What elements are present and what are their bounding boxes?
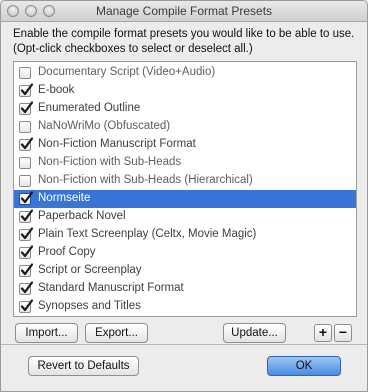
preset-label: Documentary Script (Video+Audio) [38,66,216,78]
preset-row[interactable]: Non-Fiction with Sub-Heads [14,154,356,172]
preset-row[interactable]: Paperback Novel [14,208,356,226]
checkmark-icon [20,299,33,312]
preset-row[interactable]: Non-Fiction Manuscript Format [14,136,356,154]
preset-row[interactable]: Normseite [14,190,356,208]
checkmark-icon [20,263,33,276]
export-button[interactable]: Export... [85,323,148,343]
preset-checkbox[interactable] [19,209,33,223]
dialog-window: Manage Compile Format Presets Enable the… [0,0,368,392]
preset-checkbox[interactable] [19,299,33,313]
preset-label: Non-Fiction with Sub-Heads (Hierarchical… [38,174,253,186]
preset-label: Synopses and Titles [38,300,141,312]
preset-label: Script or Screenplay [38,264,142,276]
preset-checkbox[interactable] [19,245,33,259]
preset-label: Non-Fiction Manuscript Format [38,138,196,150]
add-preset-button[interactable]: + [314,324,332,342]
preset-row[interactable]: Proof Copy [14,244,356,262]
preset-label: Non-Fiction with Sub-Heads [38,156,182,168]
preset-checkbox[interactable] [19,175,31,187]
preset-label: Paperback Novel [38,210,126,222]
window-title: Manage Compile Format Presets [95,4,273,18]
preset-checkbox[interactable] [19,67,31,79]
update-button[interactable]: Update... [223,323,286,343]
preset-row[interactable]: Standard Manuscript Format [14,280,356,298]
title-bar: Manage Compile Format Presets [1,1,367,22]
ok-button[interactable]: OK [267,356,341,376]
preset-label: Plain Text Screenplay (Celtx, Movie Magi… [38,228,257,240]
preset-row[interactable]: NaNoWriMo (Obfuscated) [14,118,356,136]
preset-checkbox[interactable] [19,101,33,115]
preset-row[interactable]: Enumerated Outline [14,100,356,118]
preset-label: Normseite [38,192,91,204]
preset-checkbox[interactable] [19,263,33,277]
remove-preset-button[interactable]: − [334,324,352,342]
revert-to-defaults-button[interactable]: Revert to Defaults [28,356,139,376]
preset-row[interactable]: Non-Fiction with Sub-Heads (Hierarchical… [14,172,356,190]
preset-row[interactable]: Documentary Script (Video+Audio) [14,64,356,82]
preset-checkbox[interactable] [19,227,33,241]
preset-row[interactable]: E-book [14,82,356,100]
checkmark-icon [20,281,33,294]
checkmark-icon [20,209,33,222]
instructions-text: Enable the compile format presets you wo… [13,28,355,55]
checkmark-icon [20,191,33,204]
preset-checkbox[interactable] [19,137,33,151]
checkmark-icon [20,227,33,240]
footer-separator [1,344,367,345]
preset-row[interactable]: Synopses and Titles [14,298,356,316]
preset-checkbox[interactable] [19,121,31,133]
checkmark-icon [20,137,33,150]
import-button[interactable]: Import... [15,323,78,343]
checkmark-icon [20,83,33,96]
preset-label: Proof Copy [38,246,96,258]
preset-checkbox[interactable] [19,157,31,169]
preset-row[interactable]: Plain Text Screenplay (Celtx, Movie Magi… [14,226,356,244]
preset-checkbox[interactable] [19,281,33,295]
preset-checkbox[interactable] [19,83,33,97]
preset-label: E-book [38,84,75,96]
checkmark-icon [20,101,33,114]
preset-checkbox[interactable] [19,191,33,205]
preset-label: Enumerated Outline [38,102,141,114]
preset-row[interactable]: Script or Screenplay [14,262,356,280]
checkmark-icon [20,245,33,258]
preset-label: Standard Manuscript Format [38,282,184,294]
preset-label: NaNoWriMo (Obfuscated) [38,120,171,132]
preset-list[interactable]: Documentary Script (Video+Audio) E-book En… [13,61,357,317]
